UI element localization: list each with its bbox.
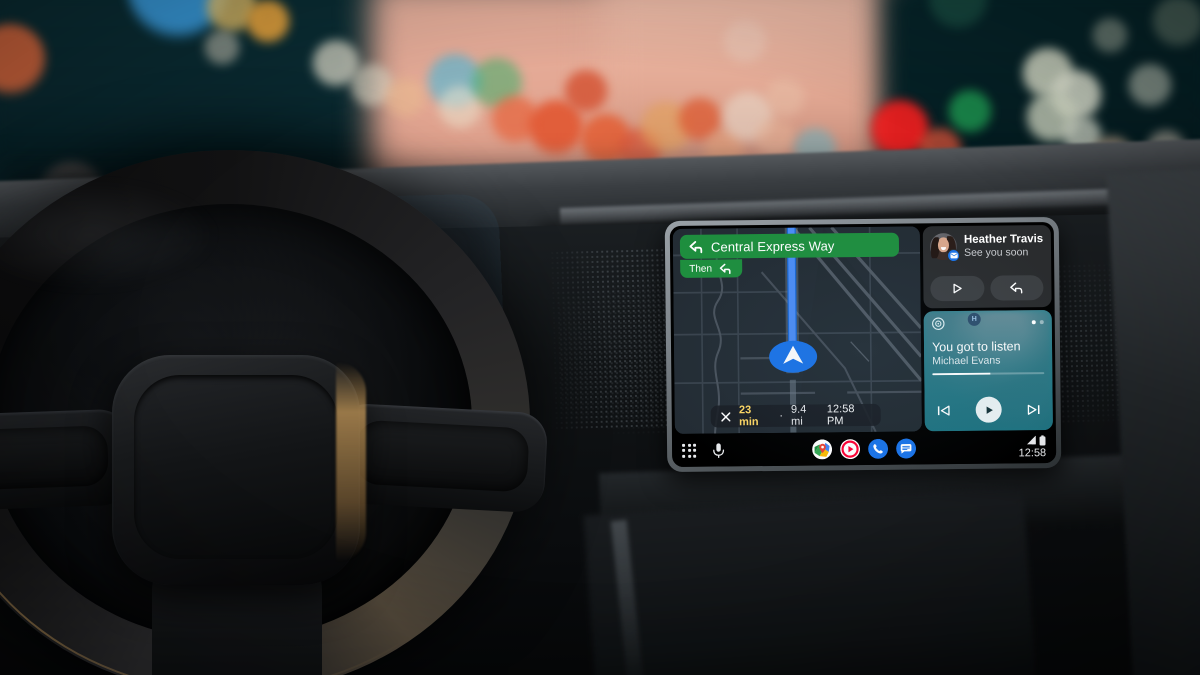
eta-bar: 23 min · 9.4 mi 12:58 PM	[710, 403, 881, 429]
bokeh-light	[1092, 18, 1128, 54]
notification-message: See you soon	[963, 246, 1029, 259]
notification-sender: Heather Travis	[963, 233, 1044, 246]
eta-duration: 23 min	[738, 404, 759, 429]
play-icon	[953, 283, 962, 294]
navigation-map[interactable]: Central Express Way Then 23 min · 9.4 mi…	[672, 226, 922, 434]
close-icon[interactable]	[721, 411, 731, 422]
center-display-bezel: Central Express Way Then 23 min · 9.4 mi…	[664, 216, 1062, 473]
bokeh-light	[723, 20, 767, 64]
taskbar: 12:58	[671, 429, 1057, 468]
cellular-signal-icon	[1027, 435, 1036, 445]
bokeh-light	[765, 78, 805, 118]
message-notification-card[interactable]: Heather Travis See you soon	[922, 225, 1052, 309]
messages-badge-icon	[947, 248, 961, 263]
taskbar-clock: 12:58	[1018, 446, 1047, 459]
eta-distance: 9.4 mi	[790, 403, 807, 428]
play-button[interactable]	[975, 396, 1002, 423]
right-cards-column: Heather Travis See you soon H You got to…	[922, 225, 1053, 432]
maneuver-card: Central Express Way	[679, 232, 900, 259]
eta-arrival-time: 12:58 PM	[826, 403, 855, 428]
car-interior-scene: Charging 87% 150 250 67 ph 62 ph 87 ph M…	[0, 0, 1200, 675]
then-label: Then	[689, 263, 713, 275]
navigation-chevron-icon	[769, 340, 818, 373]
reply-message-button[interactable]	[989, 275, 1044, 301]
steering-wheel-hub	[112, 355, 360, 585]
media-title: You got to listen	[931, 339, 1021, 355]
media-artist: Michael Evans	[932, 354, 1001, 368]
media-progress-bar[interactable]	[932, 372, 1045, 376]
play-message-button[interactable]	[930, 275, 985, 302]
media-disc-icon	[932, 317, 945, 330]
bokeh-light	[385, 78, 425, 118]
bokeh-light	[948, 90, 992, 134]
apps-grid-icon[interactable]	[682, 443, 697, 458]
steering-wheel	[0, 150, 570, 675]
bokeh-light	[1128, 64, 1172, 108]
avatar	[929, 233, 961, 263]
microphone-icon[interactable]	[712, 442, 725, 458]
bokeh-light	[564, 70, 608, 114]
eta-separator: ·	[779, 409, 784, 422]
skip-previous-icon[interactable]	[937, 404, 951, 417]
play-icon	[986, 406, 993, 414]
turn-left-icon	[689, 240, 703, 253]
bokeh-light	[1152, 0, 1200, 48]
reply-icon	[1009, 282, 1023, 294]
maps-app-icon[interactable]	[812, 438, 833, 459]
skip-next-icon[interactable]	[1027, 403, 1041, 416]
album-badge: H	[967, 312, 981, 326]
center-tunnel	[583, 484, 1037, 675]
maneuver-road-name: Central Express Way	[710, 237, 835, 255]
battery-icon	[1039, 434, 1046, 446]
youtube-music-app-icon[interactable]	[840, 438, 861, 459]
media-player-card[interactable]: H You got to listen Michael Evans	[923, 310, 1053, 432]
steering-wheel-hub-gold-trim	[336, 362, 366, 562]
bokeh-light	[246, 0, 290, 44]
bokeh-light	[204, 30, 240, 66]
phone-app-icon[interactable]	[868, 438, 889, 459]
messages-app-icon[interactable]	[896, 438, 917, 459]
android-auto-screen[interactable]: Central Express Way Then 23 min · 9.4 mi…	[669, 221, 1057, 468]
then-card: Then	[680, 259, 743, 278]
media-page-dots	[1031, 316, 1044, 325]
turn-left-icon	[719, 263, 731, 274]
